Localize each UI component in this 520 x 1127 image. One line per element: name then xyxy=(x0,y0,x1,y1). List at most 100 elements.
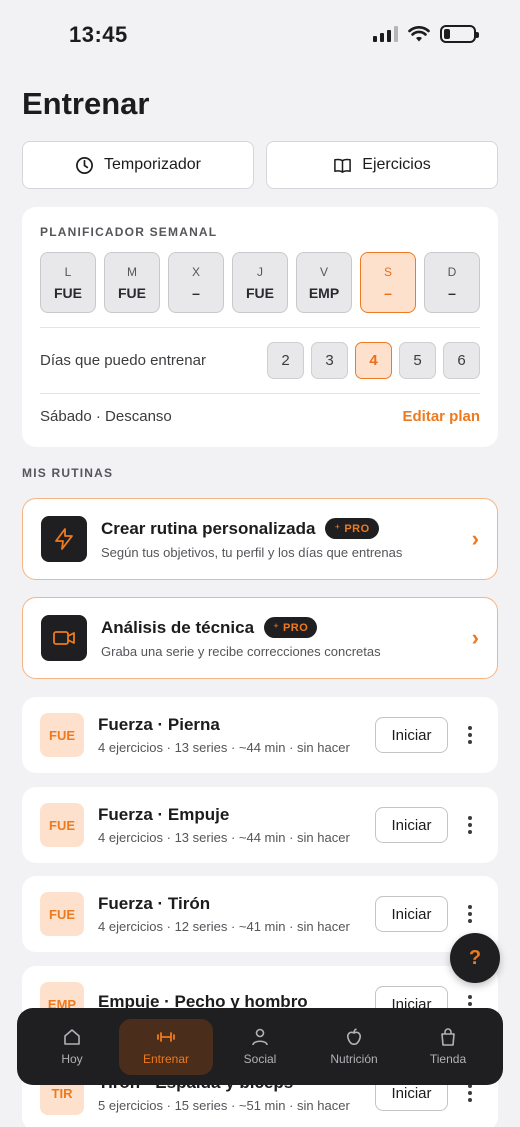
tab-nutricion[interactable]: Nutrición xyxy=(307,1019,401,1075)
routine-title: Fuerza · Tirón xyxy=(98,894,211,913)
help-button[interactable]: ? xyxy=(450,933,500,983)
status-icons xyxy=(373,25,479,43)
tab-label: Social xyxy=(243,1052,277,1066)
technique-analysis-card[interactable]: Análisis de técnica ⁺ PRO Graba una seri… xyxy=(22,597,498,679)
tab-label: Hoy xyxy=(61,1052,83,1066)
chevron-right-icon: › xyxy=(471,625,479,650)
more-options-icon[interactable] xyxy=(460,1084,480,1102)
battery-icon xyxy=(440,25,479,43)
start-routine-button[interactable]: Iniciar xyxy=(375,807,448,843)
train-days-label: Días que puedo entrenar xyxy=(40,352,206,369)
tab-social[interactable]: Social xyxy=(213,1019,307,1075)
train-days-option-6[interactable]: 6 xyxy=(443,342,480,379)
routine-badge: FUE xyxy=(40,803,84,847)
lightning-icon xyxy=(41,516,87,562)
promo-title: Crear rutina personalizada xyxy=(101,518,316,538)
routine-card[interactable]: FUE Fuerza · Empuje 4 ejercicios · 13 se… xyxy=(22,787,498,863)
home-icon xyxy=(64,1029,80,1045)
day-value: – xyxy=(192,284,200,301)
chevron-right-icon: › xyxy=(471,526,479,551)
day-letter: V xyxy=(319,264,328,279)
planner-label: PLANIFICADOR SEMANAL xyxy=(40,225,218,239)
tab-entrenar[interactable]: Entrenar xyxy=(119,1018,213,1075)
video-camera-icon xyxy=(41,615,87,661)
day-value: FUE xyxy=(246,284,274,301)
clock-icon xyxy=(76,156,93,174)
start-routine-button[interactable]: Iniciar xyxy=(375,896,448,932)
tab-label: Entrenar xyxy=(142,1052,190,1066)
day-sunday[interactable]: D – xyxy=(424,252,480,313)
routine-badge: FUE xyxy=(40,892,84,936)
pro-badge: ⁺ PRO xyxy=(325,518,379,539)
pro-badge-label: PRO xyxy=(282,622,309,634)
day-letter: D xyxy=(447,264,457,279)
day-wednesday[interactable]: X – xyxy=(168,252,224,313)
bottom-tab-bar: Hoy Entrenar Social Nutrición Tienda xyxy=(17,1008,503,1085)
timer-button-label: Temporizador xyxy=(104,156,201,173)
page-title: Entrenar xyxy=(22,86,150,121)
tab-tienda[interactable]: Tienda xyxy=(401,1019,495,1075)
routine-card[interactable]: FUE Fuerza · Tirón 4 ejercicios · 12 ser… xyxy=(22,876,498,952)
routine-subtitle: 5 ejercicios · 15 series · ~51 min · sin… xyxy=(98,1098,350,1113)
day-friday[interactable]: V EMP xyxy=(296,252,352,313)
create-routine-card[interactable]: Crear rutina personalizada ⁺ PRO Según t… xyxy=(22,498,498,580)
routine-subtitle: 4 ejercicios · 13 series · ~44 min · sin… xyxy=(98,740,350,755)
today-status: Sábado · Descanso xyxy=(40,408,172,425)
day-thursday[interactable]: J FUE xyxy=(232,252,288,313)
day-letter: L xyxy=(64,264,72,279)
wifi-icon xyxy=(408,25,430,41)
routine-title: Fuerza · Empuje xyxy=(98,805,230,824)
train-days-selector: 2 3 4 5 6 xyxy=(267,342,480,379)
pro-badge: ⁺ PRO xyxy=(264,617,318,638)
train-days-option-2[interactable]: 2 xyxy=(267,342,304,379)
tab-label: Nutrición xyxy=(330,1052,378,1066)
more-options-icon[interactable] xyxy=(460,726,480,744)
routine-title: Fuerza · Pierna xyxy=(98,715,220,734)
more-options-icon[interactable] xyxy=(460,816,480,834)
book-icon xyxy=(334,158,352,173)
train-days-option-4[interactable]: 4 xyxy=(355,342,392,379)
train-days-row: Días que puedo entrenar 2 3 4 5 6 xyxy=(40,342,480,379)
day-monday[interactable]: L FUE xyxy=(40,252,96,313)
top-buttons: Temporizador Ejercicios xyxy=(22,141,498,189)
day-value: FUE xyxy=(54,284,82,301)
divider xyxy=(40,393,480,394)
cellular-signal-icon xyxy=(373,26,398,42)
tab-label: Tienda xyxy=(429,1052,467,1066)
routine-subtitle: 4 ejercicios · 13 series · ~44 min · sin… xyxy=(98,830,350,845)
routine-badge: FUE xyxy=(40,713,84,757)
routine-subtitle: 4 ejercicios · 12 series · ~41 min · sin… xyxy=(98,919,350,934)
day-letter: J xyxy=(257,264,263,279)
day-letter: M xyxy=(127,264,137,279)
train-days-option-5[interactable]: 5 xyxy=(399,342,436,379)
day-value: – xyxy=(448,284,456,301)
exercises-button[interactable]: Ejercicios xyxy=(266,141,498,189)
promo-subtitle: Graba una serie y recibe correcciones co… xyxy=(101,644,381,659)
dumbbell-icon xyxy=(157,1032,175,1042)
more-options-icon[interactable] xyxy=(460,905,480,923)
person-icon xyxy=(252,1028,268,1046)
start-routine-button[interactable]: Iniciar xyxy=(375,717,448,753)
status-bar: 13:45 xyxy=(0,0,520,70)
promo-title: Análisis de técnica xyxy=(101,617,255,637)
exercises-button-label: Ejercicios xyxy=(362,156,431,173)
planner-footer: Sábado · Descanso Editar plan xyxy=(40,408,480,425)
train-days-option-3[interactable]: 3 xyxy=(311,342,348,379)
apple-icon xyxy=(347,1028,361,1045)
planner-days: L FUE M FUE X – J FUE V EMP S – D – xyxy=(40,252,480,313)
status-time: 13:45 xyxy=(69,22,128,47)
day-letter: S xyxy=(383,264,392,279)
day-tuesday[interactable]: M FUE xyxy=(104,252,160,313)
day-value: – xyxy=(384,284,392,301)
tab-hoy[interactable]: Hoy xyxy=(25,1019,119,1075)
pro-badge-label: PRO xyxy=(344,523,370,535)
day-saturday[interactable]: S – xyxy=(360,252,416,313)
routine-card[interactable]: FUE Fuerza · Pierna 4 ejercicios · 13 se… xyxy=(22,697,498,773)
day-value: EMP xyxy=(308,284,340,301)
timer-button[interactable]: Temporizador xyxy=(22,141,254,189)
day-value: FUE xyxy=(118,284,146,301)
my-routines-label: MIS RUTINAS xyxy=(22,466,114,480)
edit-plan-link[interactable]: Editar plan xyxy=(402,408,480,425)
weekly-planner-card: PLANIFICADOR SEMANAL L FUE M FUE X – J FUE V… xyxy=(22,207,498,447)
day-letter: X xyxy=(191,264,200,279)
